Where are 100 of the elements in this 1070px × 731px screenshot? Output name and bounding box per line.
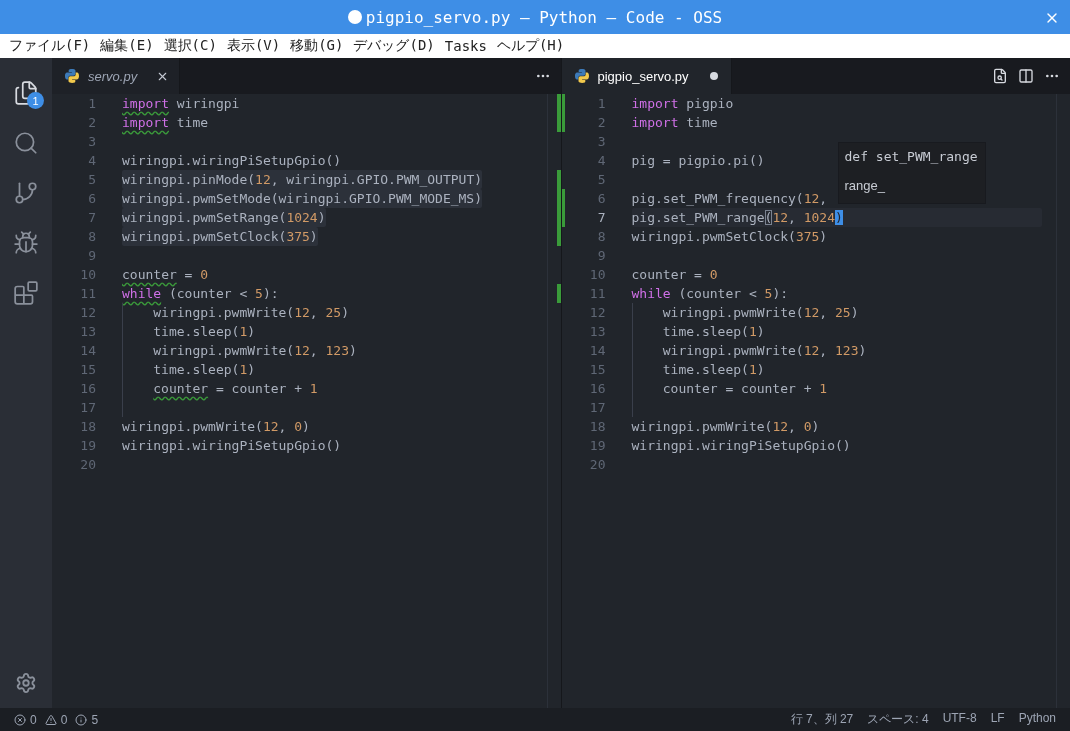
editor-tab[interactable]: servo.py bbox=[52, 58, 181, 94]
menu-item[interactable]: ヘルプ(H) bbox=[491, 37, 570, 55]
code-line: import pigpio bbox=[631, 95, 734, 113]
code-line: wiringpi.wiringPiSetupGpio() bbox=[631, 437, 851, 455]
status-item[interactable]: スペース: 4 bbox=[867, 711, 929, 728]
code-line: wiringpi.pwmWrite(12, 123) bbox=[662, 342, 867, 360]
line-number: 9 bbox=[88, 248, 96, 263]
python-file-icon bbox=[573, 68, 590, 84]
editor-tab[interactable]: pigpio_servo.py bbox=[561, 58, 732, 94]
status-item[interactable]: 行 7、列 27 bbox=[790, 711, 854, 728]
line-number: 6 bbox=[88, 191, 96, 206]
line-number: 10 bbox=[589, 267, 606, 282]
code-line: counter = counter + 1 bbox=[662, 380, 828, 398]
menu-item[interactable]: デバッグ(D) bbox=[348, 37, 440, 55]
line-number: 11 bbox=[80, 286, 96, 301]
doc-text: range_ bbox=[844, 178, 886, 193]
code-line: wiringpi.pwmWrite(12, 123) bbox=[153, 342, 357, 360]
line-number: 13 bbox=[80, 324, 96, 339]
status-item[interactable]: Python bbox=[1018, 711, 1056, 728]
code-line: wiringpi.pwmWrite(12, 25) bbox=[662, 304, 859, 322]
window-title: pigpio_servo.py — Python — Code - OSS bbox=[365, 7, 723, 27]
line-number: 18 bbox=[589, 419, 606, 434]
git-icon[interactable] bbox=[13, 180, 39, 206]
line-number: 2 bbox=[597, 115, 606, 130]
line-number: 18 bbox=[80, 419, 96, 434]
line-number: 12 bbox=[80, 305, 96, 320]
line-number: 19 bbox=[589, 438, 606, 453]
code-line: time.sleep(1) bbox=[662, 361, 765, 379]
line-number: 2 bbox=[88, 115, 96, 130]
line-number: 1 bbox=[597, 96, 606, 111]
line-number: 8 bbox=[597, 229, 606, 244]
signature-text: def set_PWM_range bbox=[844, 149, 979, 164]
line-number: 4 bbox=[88, 153, 96, 168]
line-number: 15 bbox=[589, 362, 606, 377]
menu-item[interactable]: Tasks bbox=[439, 38, 492, 54]
line-number: 7 bbox=[88, 210, 96, 225]
extensions-icon[interactable] bbox=[13, 280, 39, 306]
line-number: 20 bbox=[80, 457, 96, 472]
line-number: 3 bbox=[597, 134, 606, 149]
line-number: 15 bbox=[80, 362, 96, 377]
info-icon bbox=[75, 713, 88, 726]
line-number: 19 bbox=[80, 438, 96, 453]
line-number: 20 bbox=[589, 457, 606, 472]
code-line: wiringpi.pwmWrite(12, 0) bbox=[631, 418, 820, 436]
line-number: 11 bbox=[589, 286, 606, 301]
line-number: 9 bbox=[597, 248, 606, 263]
code-line: time.sleep(1) bbox=[153, 361, 256, 379]
count-badge: 1 bbox=[27, 92, 44, 109]
line-number: 14 bbox=[589, 343, 606, 358]
settings-icon[interactable] bbox=[15, 672, 37, 694]
line-number: 16 bbox=[80, 381, 96, 396]
code-line: time.sleep(1) bbox=[153, 323, 256, 341]
line-number: 5 bbox=[88, 172, 96, 187]
info-count[interactable]: 5 bbox=[91, 712, 99, 727]
line-number: 14 bbox=[80, 343, 96, 358]
menu-item[interactable]: ファイル(F) bbox=[4, 37, 96, 55]
line-number: 4 bbox=[597, 153, 606, 168]
code-line: pig.set_PWM_frequency(12, bbox=[631, 190, 828, 208]
line-number: 17 bbox=[589, 400, 606, 415]
line-number: 16 bbox=[589, 381, 606, 396]
menu-item[interactable]: 編集(E) bbox=[95, 37, 159, 55]
unsaved-dot-icon[interactable] bbox=[709, 72, 718, 80]
code-line: import time bbox=[122, 114, 209, 132]
error-icon bbox=[14, 713, 26, 726]
file-search-icon[interactable] bbox=[992, 68, 1008, 84]
menu-item[interactable]: 選択(C) bbox=[158, 37, 222, 55]
menu-item[interactable]: 表示(V) bbox=[221, 37, 286, 55]
code-line: while (counter < 5): bbox=[122, 285, 279, 303]
search-icon[interactable] bbox=[13, 130, 39, 156]
code-line: pig = pigpio.pi() bbox=[631, 152, 765, 170]
line-number: 10 bbox=[80, 267, 96, 282]
code-line: import time bbox=[631, 114, 718, 132]
warning-icon bbox=[44, 713, 57, 726]
debug-icon[interactable] bbox=[13, 230, 39, 256]
code-line: wiringpi.wiringPiSetupGpio() bbox=[122, 152, 342, 170]
line-number: 1 bbox=[88, 96, 96, 111]
line-number: 13 bbox=[589, 324, 606, 339]
line-number: 8 bbox=[88, 229, 96, 244]
line-number: 12 bbox=[589, 305, 606, 320]
line-number: 3 bbox=[88, 134, 96, 149]
code-line: counter = 0 bbox=[631, 266, 718, 284]
files-icon[interactable] bbox=[13, 80, 39, 106]
code-line: wiringpi.wiringPiSetupGpio() bbox=[122, 437, 342, 455]
warning-count[interactable]: 0 bbox=[60, 712, 68, 727]
code-line: wiringpi.pwmWrite(12, 0) bbox=[122, 418, 310, 436]
code-line: counter = 0 bbox=[122, 266, 209, 284]
line-number: 7 bbox=[597, 210, 606, 225]
code-line: import wiringpi bbox=[122, 95, 240, 113]
split-editor-icon[interactable] bbox=[1018, 68, 1034, 84]
python-file-icon bbox=[64, 68, 80, 84]
error-count[interactable]: 0 bbox=[30, 712, 37, 727]
status-item[interactable]: LF bbox=[990, 711, 1005, 728]
code-line: while (counter < 5): bbox=[631, 285, 789, 303]
line-number: 17 bbox=[80, 400, 96, 415]
line-number: 6 bbox=[597, 191, 606, 206]
status-item[interactable]: UTF-8 bbox=[942, 711, 977, 728]
code-line: wiringpi.pwmWrite(12, 25) bbox=[153, 304, 349, 322]
menu-item[interactable]: 移動(G) bbox=[285, 37, 349, 55]
code-line: wiringpi.pwmSetClock(375) bbox=[631, 228, 828, 246]
line-number: 5 bbox=[597, 172, 606, 187]
